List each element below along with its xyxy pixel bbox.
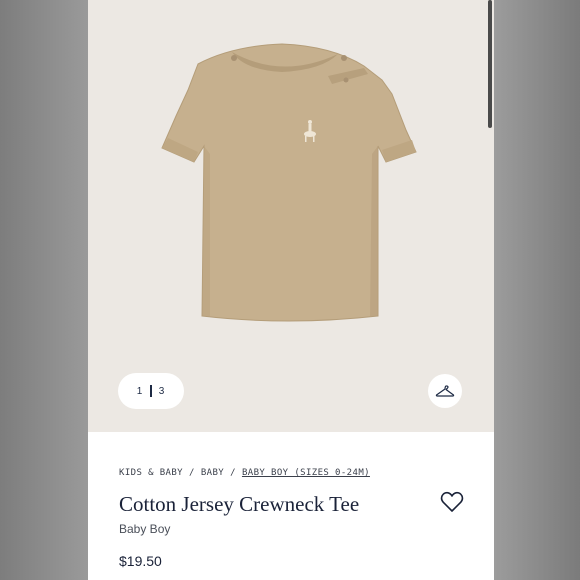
hanger-icon [435,385,455,397]
product-gallery[interactable]: 1 3 [88,0,494,432]
product-subtitle: Baby Boy [119,522,171,536]
size-guide-button[interactable] [428,374,462,408]
pager-divider [150,385,152,397]
pager-total: 3 [158,385,166,397]
background-left [0,0,88,580]
scrollbar[interactable] [488,0,492,128]
phone-screen: 1 3 KIDS & BABY / BABY / BABY BOY (SIZES 0-2… [88,0,494,580]
product-image [161,43,417,322]
background-right [494,0,580,580]
breadcrumb-kids-baby[interactable]: KIDS & BABY [119,468,183,478]
breadcrumb-baby[interactable]: BABY [201,468,224,478]
heart-icon[interactable] [440,491,464,513]
product-title: Cotton Jersey Crewneck Tee [119,492,360,516]
product-price: $19.50 [119,553,162,569]
image-pager[interactable]: 1 3 [118,373,184,409]
product-details: KIDS & BABY / BABY / BABY BOY (SIZES 0-24M) … [88,432,494,580]
pager-current: 1 [136,385,144,397]
breadcrumb-baby-boy[interactable]: BABY BOY (SIZES 0-24M) [242,468,370,478]
breadcrumb: KIDS & BABY / BABY / BABY BOY (SIZES 0-24M) [119,468,370,478]
